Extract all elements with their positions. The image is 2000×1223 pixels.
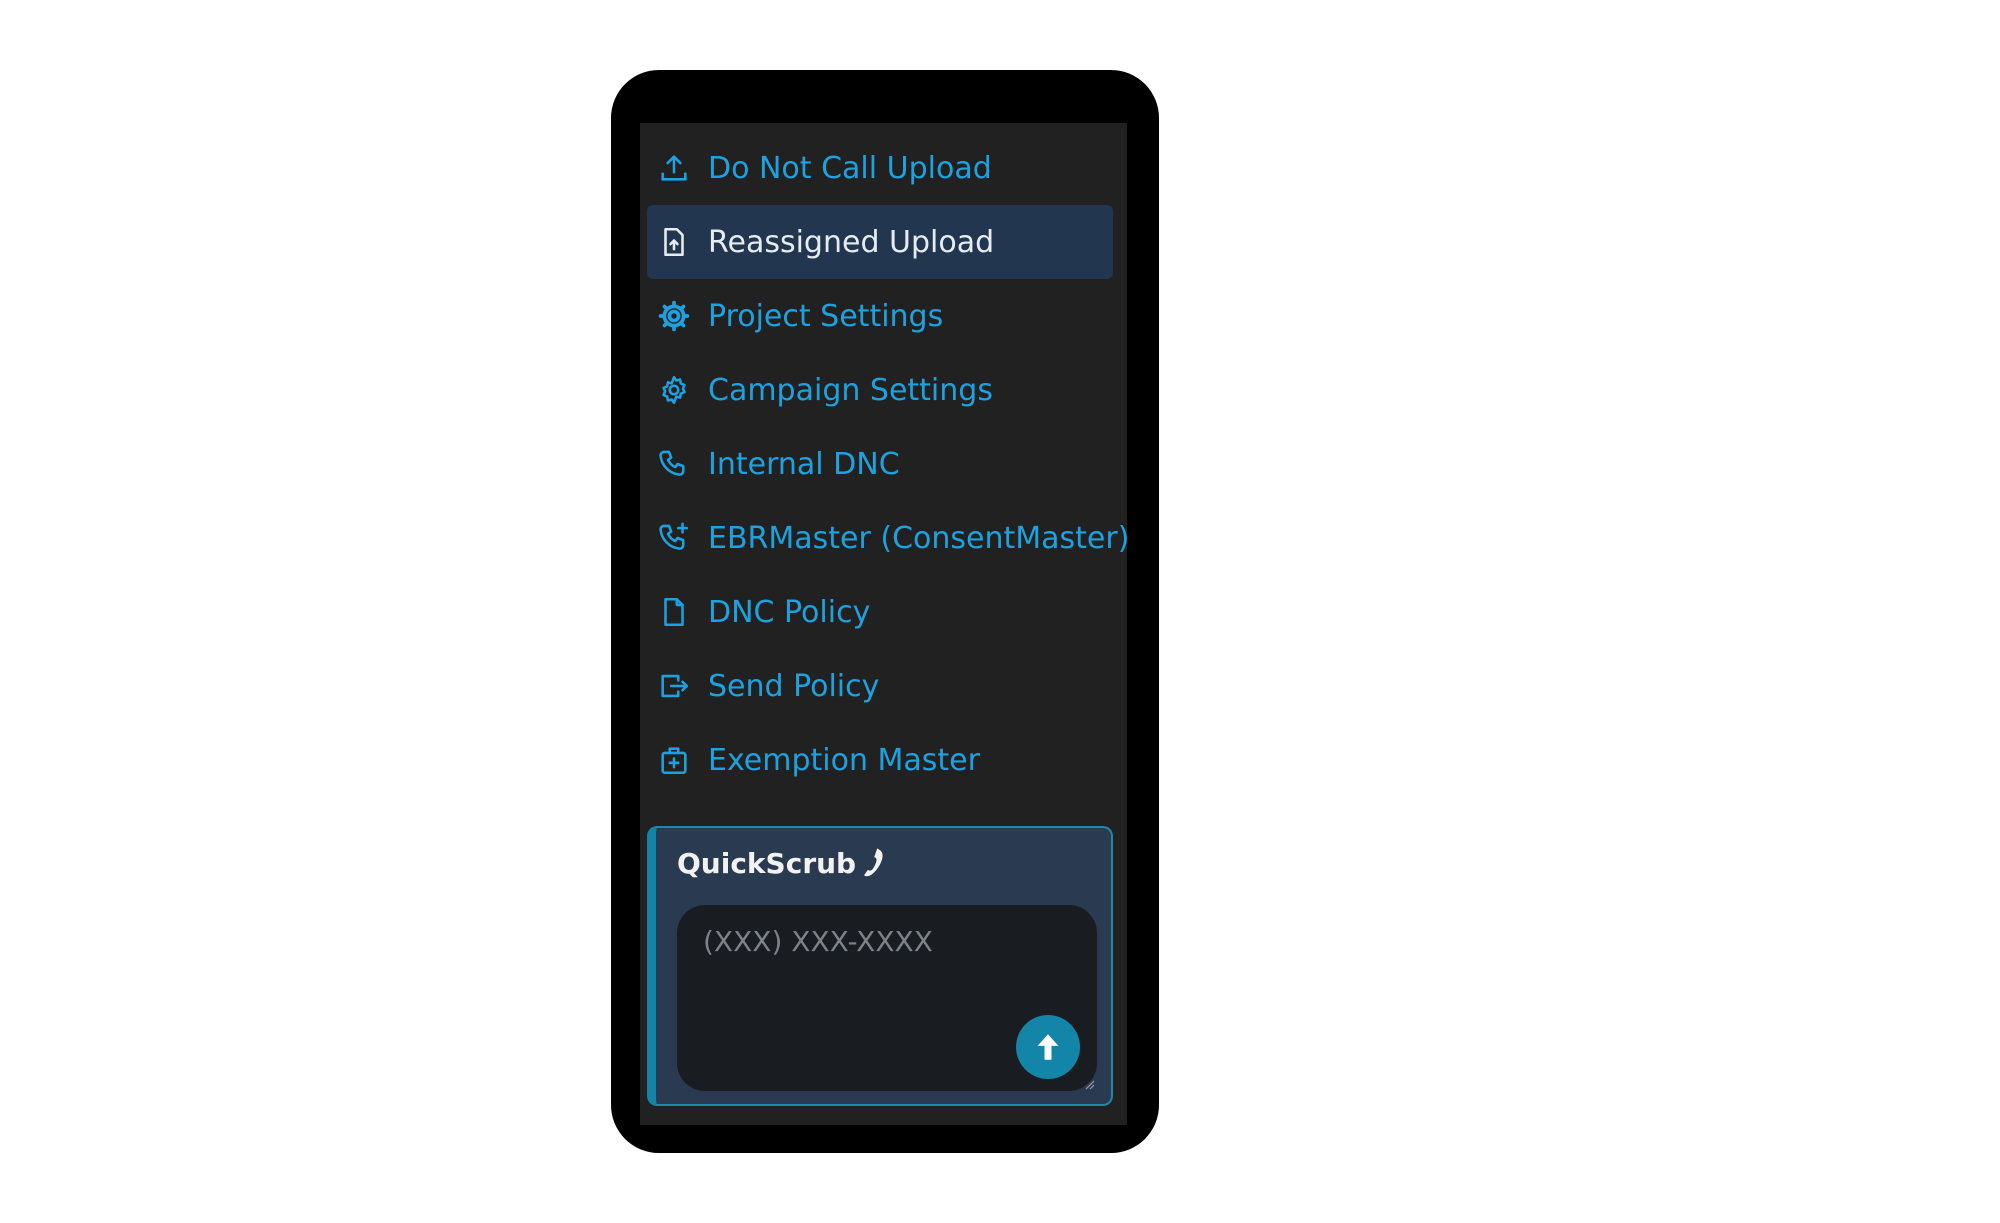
sidebar-item-dnc-policy[interactable]: DNC Policy (647, 575, 1113, 649)
arrow-up-icon (1037, 1034, 1059, 1060)
quickscrub-title-text: QuickScrub (677, 846, 857, 880)
sidebar-item-label: DNC Policy (708, 594, 871, 630)
sidebar-item-reassigned-upload[interactable]: Reassigned Upload (647, 205, 1113, 279)
quickscrub-title: QuickScrub (677, 846, 888, 880)
sidebar-item-label: Do Not Call Upload (708, 150, 992, 186)
quickscrub-submit-button[interactable] (1016, 1015, 1080, 1079)
sidebar-item-label: EBRMaster (ConsentMaster) (708, 520, 1130, 556)
sidebar-panel: Do Not Call Upload Reassigned Upload Pro… (640, 123, 1129, 1125)
sidebar-item-campaign-settings[interactable]: Campaign Settings (647, 353, 1113, 427)
sidebar-item-internal-dnc[interactable]: Internal DNC (647, 427, 1113, 501)
sidebar-menu: Do Not Call Upload Reassigned Upload Pro… (647, 131, 1129, 797)
sidebar-item-label: Internal DNC (708, 446, 900, 482)
device-frame: Do Not Call Upload Reassigned Upload Pro… (611, 70, 1159, 1153)
sidebar-item-send-policy[interactable]: Send Policy (647, 649, 1113, 723)
sidebar-item-exemption-master[interactable]: Exemption Master (647, 723, 1113, 797)
resize-grip-icon[interactable] (1083, 1078, 1095, 1090)
file-upload-icon (656, 224, 692, 260)
gear-icon (656, 372, 692, 408)
sidebar-item-label: Exemption Master (708, 742, 980, 778)
file-icon (656, 594, 692, 630)
phone-icon (656, 446, 692, 482)
sidebar-item-do-not-call-upload[interactable]: Do Not Call Upload (647, 131, 1113, 205)
send-out-icon (656, 668, 692, 704)
sidebar-item-label: Project Settings (708, 298, 944, 334)
sidebar-item-label: Reassigned Upload (708, 224, 995, 260)
gear-filled-icon (656, 298, 692, 334)
quickscrub-card: QuickScrub (647, 826, 1113, 1106)
sidebar-item-label: Send Policy (708, 668, 880, 704)
sidebar-item-label: Campaign Settings (708, 372, 993, 408)
phone-plus-icon (656, 520, 692, 556)
sidebar-item-project-settings[interactable]: Project Settings (647, 279, 1113, 353)
medical-bag-icon (656, 742, 692, 778)
phone-handset-icon (864, 848, 883, 877)
upload-icon (656, 150, 692, 186)
sidebar-item-ebrmaster[interactable]: EBRMaster (ConsentMaster) (647, 501, 1129, 575)
